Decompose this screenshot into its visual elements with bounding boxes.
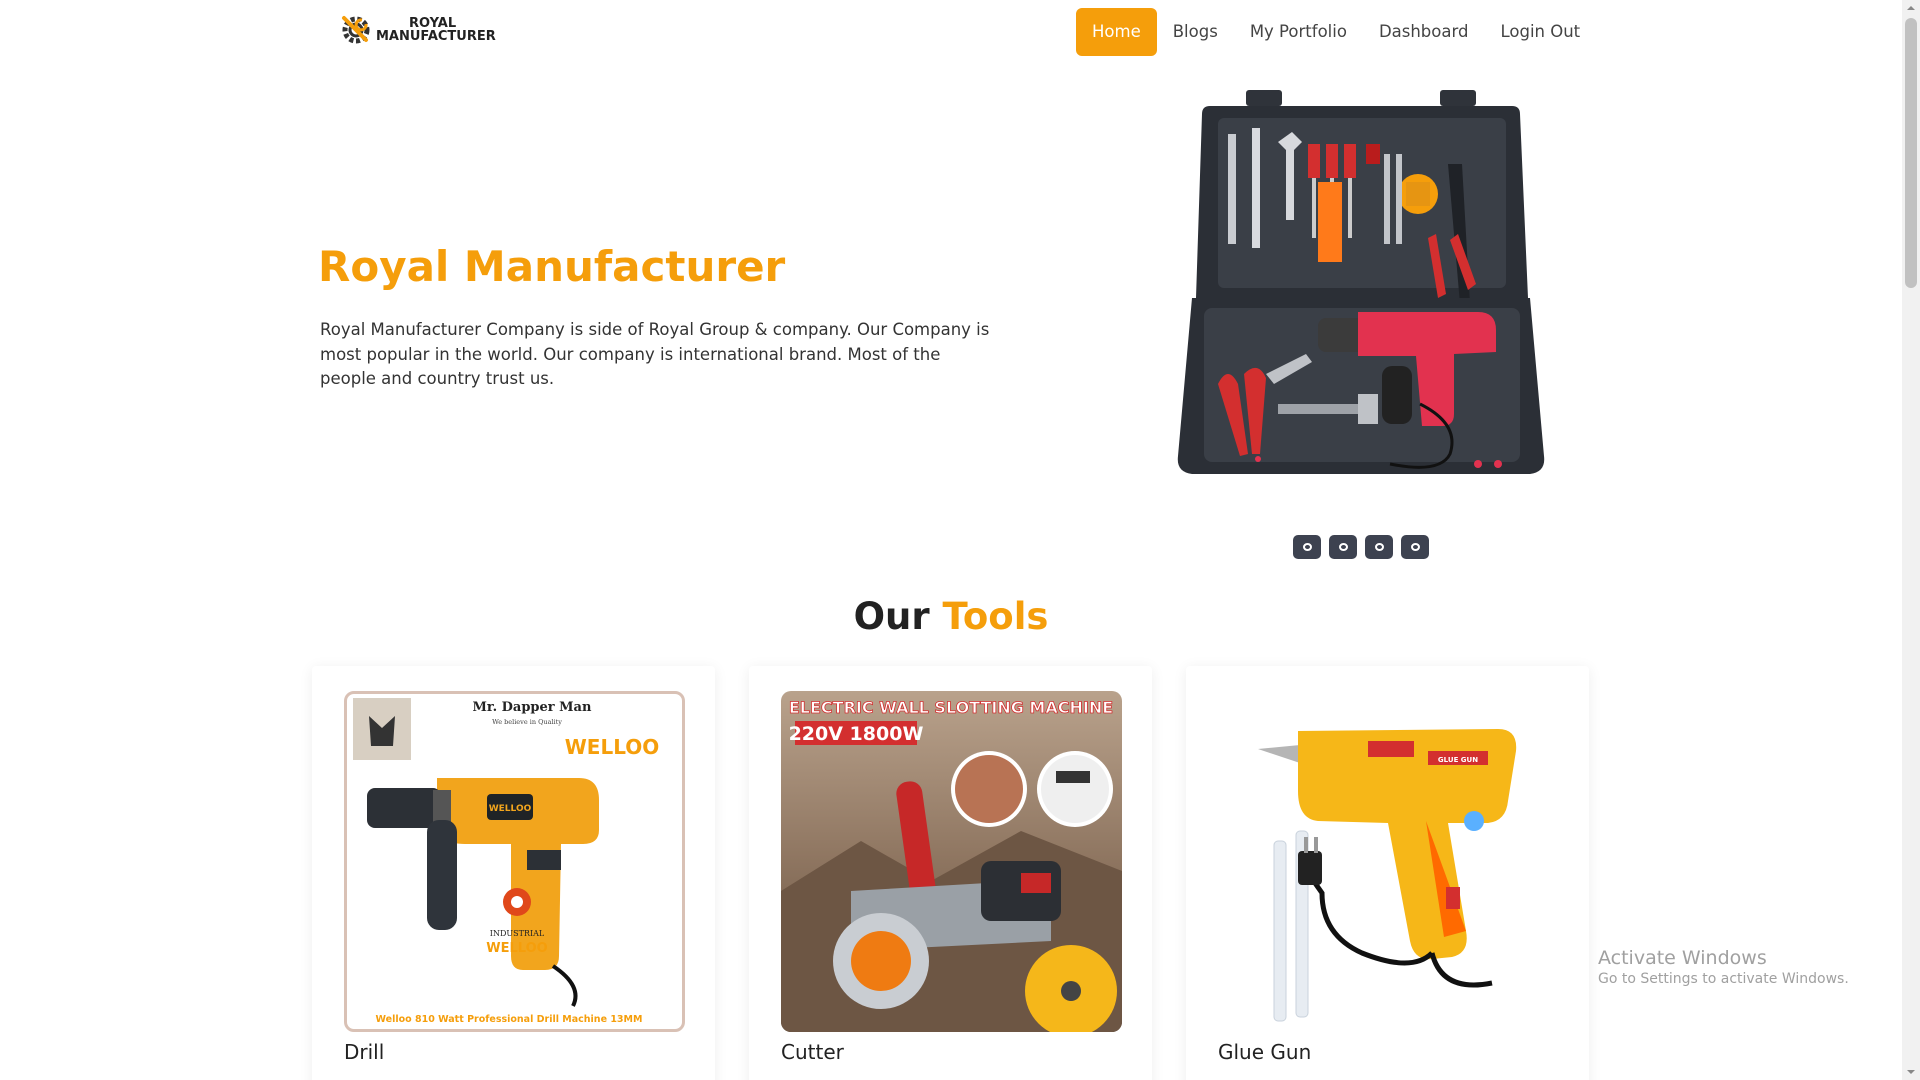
nav-blogs[interactable]: Blogs: [1157, 8, 1234, 56]
nav-my-portfolio[interactable]: My Portfolio: [1234, 8, 1363, 56]
svg-text:GLUE GUN: GLUE GUN: [1438, 756, 1478, 764]
svg-text:We believe in Quality: We believe in Quality: [492, 718, 562, 726]
scroll-down-icon[interactable]: [1902, 1064, 1920, 1080]
page-scrollbar[interactable]: [1902, 0, 1920, 1080]
slider-dots: [1293, 535, 1429, 559]
svg-text:ELECTRIC WALL SLOTTING MACHINE: ELECTRIC WALL SLOTTING MACHINE: [789, 698, 1113, 717]
nav-login-out[interactable]: Login Out: [1484, 8, 1596, 56]
section-title-part2: Tools: [942, 595, 1049, 638]
tool-name-cutter[interactable]: Cutter: [781, 1040, 844, 1064]
svg-text:WELLOO: WELLOO: [565, 735, 660, 759]
nav-dashboard[interactable]: Dashboard: [1363, 8, 1485, 56]
svg-text:WELLOO: WELLOO: [486, 941, 547, 956]
tool-card-cutter[interactable]: ELECTRIC WALL SLOTTING MACHINE 220V 1800…: [749, 666, 1152, 1080]
navbar: ROYAL MANUFACTURER Home Blogs My Portfol…: [0, 0, 1900, 62]
watermark-subtitle: Go to Settings to activate Windows.: [1598, 971, 1849, 987]
slider-dot[interactable]: [1365, 535, 1393, 559]
hero-title: Royal Manufacturer: [318, 242, 786, 291]
main-nav: Home Blogs My Portfolio Dashboard Login …: [1076, 8, 1596, 56]
svg-text:WELLOO: WELLOO: [489, 804, 532, 814]
watermark-title: Activate Windows: [1598, 947, 1767, 969]
tool-card-glue-gun[interactable]: GLUE GUN Glue Gun: [1186, 666, 1589, 1080]
tool-name-drill[interactable]: Drill: [344, 1040, 384, 1064]
nav-home[interactable]: Home: [1076, 8, 1157, 56]
tool-card-drill[interactable]: Mr. Dapper Man We believe in Quality WEL…: [312, 666, 715, 1080]
gear-wrench-logo-icon: [342, 16, 370, 44]
slider-dot[interactable]: [1293, 535, 1321, 559]
scroll-up-icon[interactable]: [1902, 0, 1920, 16]
glue-gun-image: GLUE GUN: [1218, 691, 1559, 1032]
section-title-part1: Our: [853, 595, 943, 638]
svg-text:Welloo 810 Watt Professional D: Welloo 810 Watt Professional Drill Machi…: [376, 1014, 643, 1025]
svg-text:220V 1800W: 220V 1800W: [789, 723, 924, 745]
cutter-image: ELECTRIC WALL SLOTTING MACHINE 220V 1800…: [781, 691, 1122, 1032]
tool-name-glue-gun[interactable]: Glue Gun: [1218, 1040, 1311, 1064]
svg-text:Mr. Dapper Man: Mr. Dapper Man: [473, 700, 592, 715]
section-title-our-tools: Our Tools: [0, 595, 1902, 638]
svg-text:INDUSTRIAL: INDUSTRIAL: [490, 929, 545, 938]
scrollbar-thumb[interactable]: [1905, 18, 1917, 288]
slider-dot[interactable]: [1329, 535, 1357, 559]
hero-description: Royal Manufacturer Company is side of Ro…: [320, 320, 990, 388]
windows-activation-watermark: Activate Windows Go to Settings to activ…: [1598, 947, 1849, 987]
slider-dot[interactable]: [1401, 535, 1429, 559]
drill-image: Mr. Dapper Man We believe in Quality WEL…: [344, 691, 685, 1032]
brand-logo[interactable]: ROYAL MANUFACTURER: [338, 12, 496, 48]
brand-name-line2: MANUFACTURER: [376, 29, 496, 44]
tool-kit-case-image: [1177, 90, 1545, 474]
